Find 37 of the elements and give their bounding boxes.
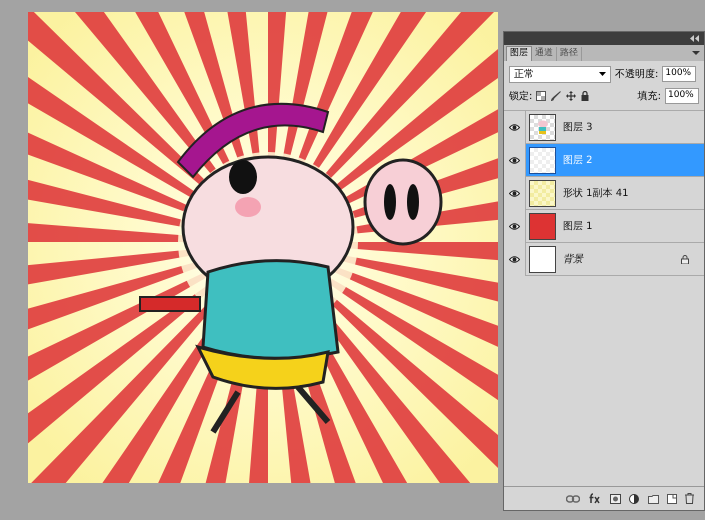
lock-icon[interactable] xyxy=(581,91,590,101)
trash-icon[interactable] xyxy=(685,493,694,504)
panel-menu-icon[interactable] xyxy=(692,50,700,56)
eye-icon[interactable] xyxy=(509,190,520,196)
eye-icon[interactable] xyxy=(509,256,520,262)
move-icon[interactable] xyxy=(566,91,576,101)
eye-icon[interactable] xyxy=(509,156,520,164)
layer-name: 图层 3 xyxy=(563,120,593,134)
lock-transparency-icon[interactable] xyxy=(536,91,546,101)
adjustment-icon[interactable] xyxy=(629,494,640,504)
fill-label: 填充: xyxy=(638,90,661,104)
layer-row[interactable]: 背景 xyxy=(504,243,704,276)
layer-row[interactable]: 图层 1 xyxy=(504,210,704,243)
brush-icon[interactable] xyxy=(551,91,562,101)
collapse-icon[interactable] xyxy=(690,35,700,42)
layer-name: 图层 1 xyxy=(563,220,593,234)
blend-mode-dropdown[interactable]: 正常 xyxy=(509,66,611,82)
layer-name: 形状 1副本 41 xyxy=(563,186,628,200)
fill-field[interactable]: 100% xyxy=(665,88,699,104)
link-icon[interactable] xyxy=(566,494,580,502)
panel-tab[interactable]: 通道 xyxy=(532,47,557,61)
layer-row[interactable]: 形状 1副本 41 xyxy=(504,177,704,210)
mask-icon[interactable] xyxy=(610,494,621,504)
folder-icon[interactable] xyxy=(648,494,659,504)
opacity-field[interactable]: 100% xyxy=(662,66,696,82)
eye-icon[interactable] xyxy=(509,124,520,130)
opacity-label: 不透明度: xyxy=(615,68,658,82)
panel-tab[interactable]: 路径 xyxy=(557,47,582,61)
layer-name: 背景 xyxy=(563,252,583,266)
dropdown-caret-icon[interactable] xyxy=(599,72,606,76)
fx-icon[interactable] xyxy=(588,493,602,504)
new-layer-icon[interactable] xyxy=(667,494,677,504)
lock-label: 锁定: xyxy=(509,90,532,104)
eye-icon[interactable] xyxy=(509,222,520,230)
layer-name: 图层 2 xyxy=(563,154,593,168)
pig-icon xyxy=(537,120,549,136)
panel-tab[interactable]: 图层 xyxy=(506,46,532,61)
